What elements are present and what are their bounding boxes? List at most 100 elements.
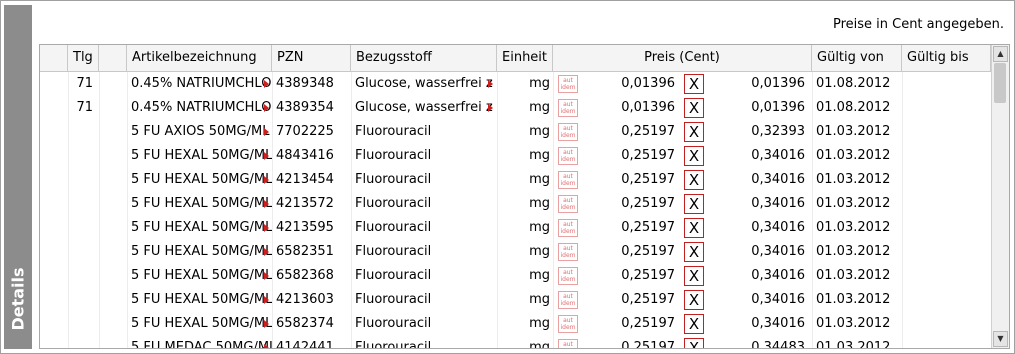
- tlg-cell: [68, 144, 99, 168]
- aut-idem-badge[interactable]: aut idem: [558, 147, 578, 165]
- truncation-arrow-icon: [264, 344, 269, 348]
- aut-idem-badge[interactable]: aut idem: [558, 315, 578, 333]
- aut-idem-badge[interactable]: aut idem: [558, 339, 578, 348]
- preis-festbetrag-cell: 0,34016: [751, 172, 805, 187]
- x-checkbox[interactable]: X: [684, 122, 704, 142]
- bezugsstoff-cell: Fluorouracil: [355, 220, 432, 235]
- x-checkbox[interactable]: X: [684, 290, 704, 310]
- aut-idem-badge[interactable]: aut idem: [558, 219, 578, 237]
- table-row[interactable]: 5 FU HEXAL 50MG/ML 4213454 Fluorouracil mg 0…: [40, 168, 991, 192]
- gueltig-bis-cell: [902, 192, 991, 216]
- preis-cell: 0,25197: [621, 268, 675, 283]
- header-gueltig-bis[interactable]: Gültig bis: [902, 45, 991, 71]
- aut-idem-badge[interactable]: aut idem: [558, 243, 578, 261]
- preis-festbetrag-cell: 0,34016: [751, 316, 805, 331]
- artikel-cell: 0.45% NATRIUMCHLO: [131, 100, 272, 115]
- header-artikelbezeichnung[interactable]: Artikelbezeichnung: [127, 45, 272, 71]
- bezugsstoff-cell: Fluorouracil: [355, 340, 432, 349]
- table-header: Tlg Artikelbezeichnung PZN Bezugsstoff Einhe…: [40, 45, 991, 72]
- table-row[interactable]: 5 FU AXIOS 50MG/ML 7702225 Fluorouracil mg 0…: [40, 120, 991, 144]
- bezugsstoff-cell: Fluorouracil: [355, 244, 432, 259]
- x-checkbox[interactable]: X: [684, 98, 704, 118]
- x-checkbox[interactable]: X: [684, 218, 704, 238]
- scrollbar-thumb[interactable]: [994, 63, 1006, 103]
- gueltig-bis-cell: [902, 168, 991, 192]
- pzn-cell: 6582374: [276, 316, 334, 331]
- header-preis[interactable]: Preis (Cent): [553, 45, 812, 71]
- pzn-cell: 4843416: [276, 148, 334, 163]
- details-label: Details: [8, 267, 28, 331]
- price-table: Tlg Artikelbezeichnung PZN Bezugsstoff Einhe…: [39, 44, 1010, 349]
- preis-festbetrag-cell: 0,34016: [751, 220, 805, 235]
- artikel-cell: 5 FU HEXAL 50MG/ML: [131, 244, 272, 259]
- einheit-cell: mg: [529, 244, 550, 259]
- aut-idem-badge[interactable]: aut idem: [558, 195, 578, 213]
- table-row[interactable]: 5 FU HEXAL 50MG/ML 6582374 Fluorouracil mg 0…: [40, 312, 991, 336]
- preis-festbetrag-cell: 0,34016: [751, 148, 805, 163]
- artikel-cell: 5 FU HEXAL 50MG/ML: [131, 148, 272, 163]
- truncation-arrow-icon: [264, 320, 269, 328]
- x-checkbox[interactable]: X: [684, 242, 704, 262]
- einheit-cell: mg: [529, 340, 550, 349]
- header-gueltig-von[interactable]: Gültig von: [812, 45, 902, 71]
- table-row[interactable]: 71 0.45% NATRIUMCHLO 4389354 Glucose, wasse…: [40, 96, 991, 120]
- preis-festbetrag-cell: 0,34483: [751, 340, 805, 349]
- x-checkbox[interactable]: X: [684, 314, 704, 334]
- header-tlg[interactable]: Tlg: [68, 45, 99, 71]
- aut-idem-badge[interactable]: aut idem: [558, 291, 578, 309]
- table-row[interactable]: 5 FU HEXAL 50MG/ML 4213603 Fluorouracil mg 0…: [40, 288, 991, 312]
- truncation-arrow-icon: [264, 104, 269, 112]
- bezugsstoff-cell: Glucose, wasserfrei z: [355, 76, 493, 91]
- artikel-cell: 5 FU AXIOS 50MG/ML: [131, 124, 270, 139]
- aut-idem-badge[interactable]: aut idem: [558, 99, 578, 117]
- truncation-arrow-icon: [488, 104, 493, 112]
- header-bezugsstoff[interactable]: Bezugsstoff: [351, 45, 497, 71]
- gueltig-bis-cell: [902, 144, 991, 168]
- tlg-cell: [68, 264, 99, 288]
- aut-idem-badge[interactable]: aut idem: [558, 75, 578, 93]
- aut-idem-badge[interactable]: aut idem: [558, 171, 578, 189]
- table-row[interactable]: 5 FU HEXAL 50MG/ML 6582351 Fluorouracil mg 0…: [40, 240, 991, 264]
- table-row[interactable]: 5 FU MEDAC 50MG/ML 4142441 Fluorouracil mg 0…: [40, 336, 991, 349]
- artikel-cell: 5 FU HEXAL 50MG/ML: [131, 196, 272, 211]
- x-checkbox[interactable]: X: [684, 194, 704, 214]
- einheit-cell: mg: [529, 100, 550, 115]
- table-row[interactable]: 5 FU HEXAL 50MG/ML 4843416 Fluorouracil mg 0…: [40, 144, 991, 168]
- gueltig-von-cell: 01.03.2012: [816, 124, 891, 139]
- aut-idem-badge[interactable]: aut idem: [558, 123, 578, 141]
- x-checkbox[interactable]: X: [684, 266, 704, 286]
- tlg-cell: [68, 216, 99, 240]
- x-checkbox[interactable]: X: [684, 146, 704, 166]
- preis-festbetrag-cell: 0,34016: [751, 268, 805, 283]
- preis-cell: 0,25197: [621, 244, 675, 259]
- header-blank[interactable]: [99, 45, 127, 71]
- gueltig-bis-cell: [902, 336, 991, 348]
- preis-festbetrag-cell: 0,01396: [751, 76, 805, 91]
- preis-cell: 0,25197: [621, 124, 675, 139]
- header-pzn[interactable]: PZN: [272, 45, 351, 71]
- bezugsstoff-cell: Fluorouracil: [355, 316, 432, 331]
- gueltig-von-cell: 01.03.2012: [816, 148, 891, 163]
- gueltig-von-cell: 01.03.2012: [816, 316, 891, 331]
- table-row[interactable]: 5 FU HEXAL 50MG/ML 4213572 Fluorouracil mg 0…: [40, 192, 991, 216]
- truncation-arrow-icon: [264, 128, 269, 136]
- gueltig-bis-cell: [902, 72, 991, 96]
- table-row[interactable]: 71 0.45% NATRIUMCHLO 4389348 Glucose, wasse…: [40, 72, 991, 96]
- header-einheit[interactable]: Einheit: [497, 45, 553, 71]
- scroll-up-icon[interactable]: ▲: [993, 46, 1008, 62]
- x-checkbox[interactable]: X: [684, 338, 704, 348]
- aut-idem-badge[interactable]: aut idem: [558, 267, 578, 285]
- x-checkbox[interactable]: X: [684, 74, 704, 94]
- tlg-cell: [68, 240, 99, 264]
- einheit-cell: mg: [529, 124, 550, 139]
- x-checkbox[interactable]: X: [684, 170, 704, 190]
- truncation-arrow-icon: [264, 272, 269, 280]
- table-row[interactable]: 5 FU HEXAL 50MG/ML 4213595 Fluorouracil mg 0…: [40, 216, 991, 240]
- scroll-down-icon[interactable]: ▼: [993, 331, 1008, 347]
- header-spacer: [40, 45, 68, 71]
- table-row[interactable]: 5 FU HEXAL 50MG/ML 6582368 Fluorouracil mg 0…: [40, 264, 991, 288]
- preis-cell: 0,25197: [621, 316, 675, 331]
- vertical-scrollbar[interactable]: ▲ ▼: [991, 45, 1009, 348]
- gueltig-von-cell: 01.08.2012: [816, 100, 891, 115]
- details-sidebar[interactable]: Details: [4, 5, 32, 349]
